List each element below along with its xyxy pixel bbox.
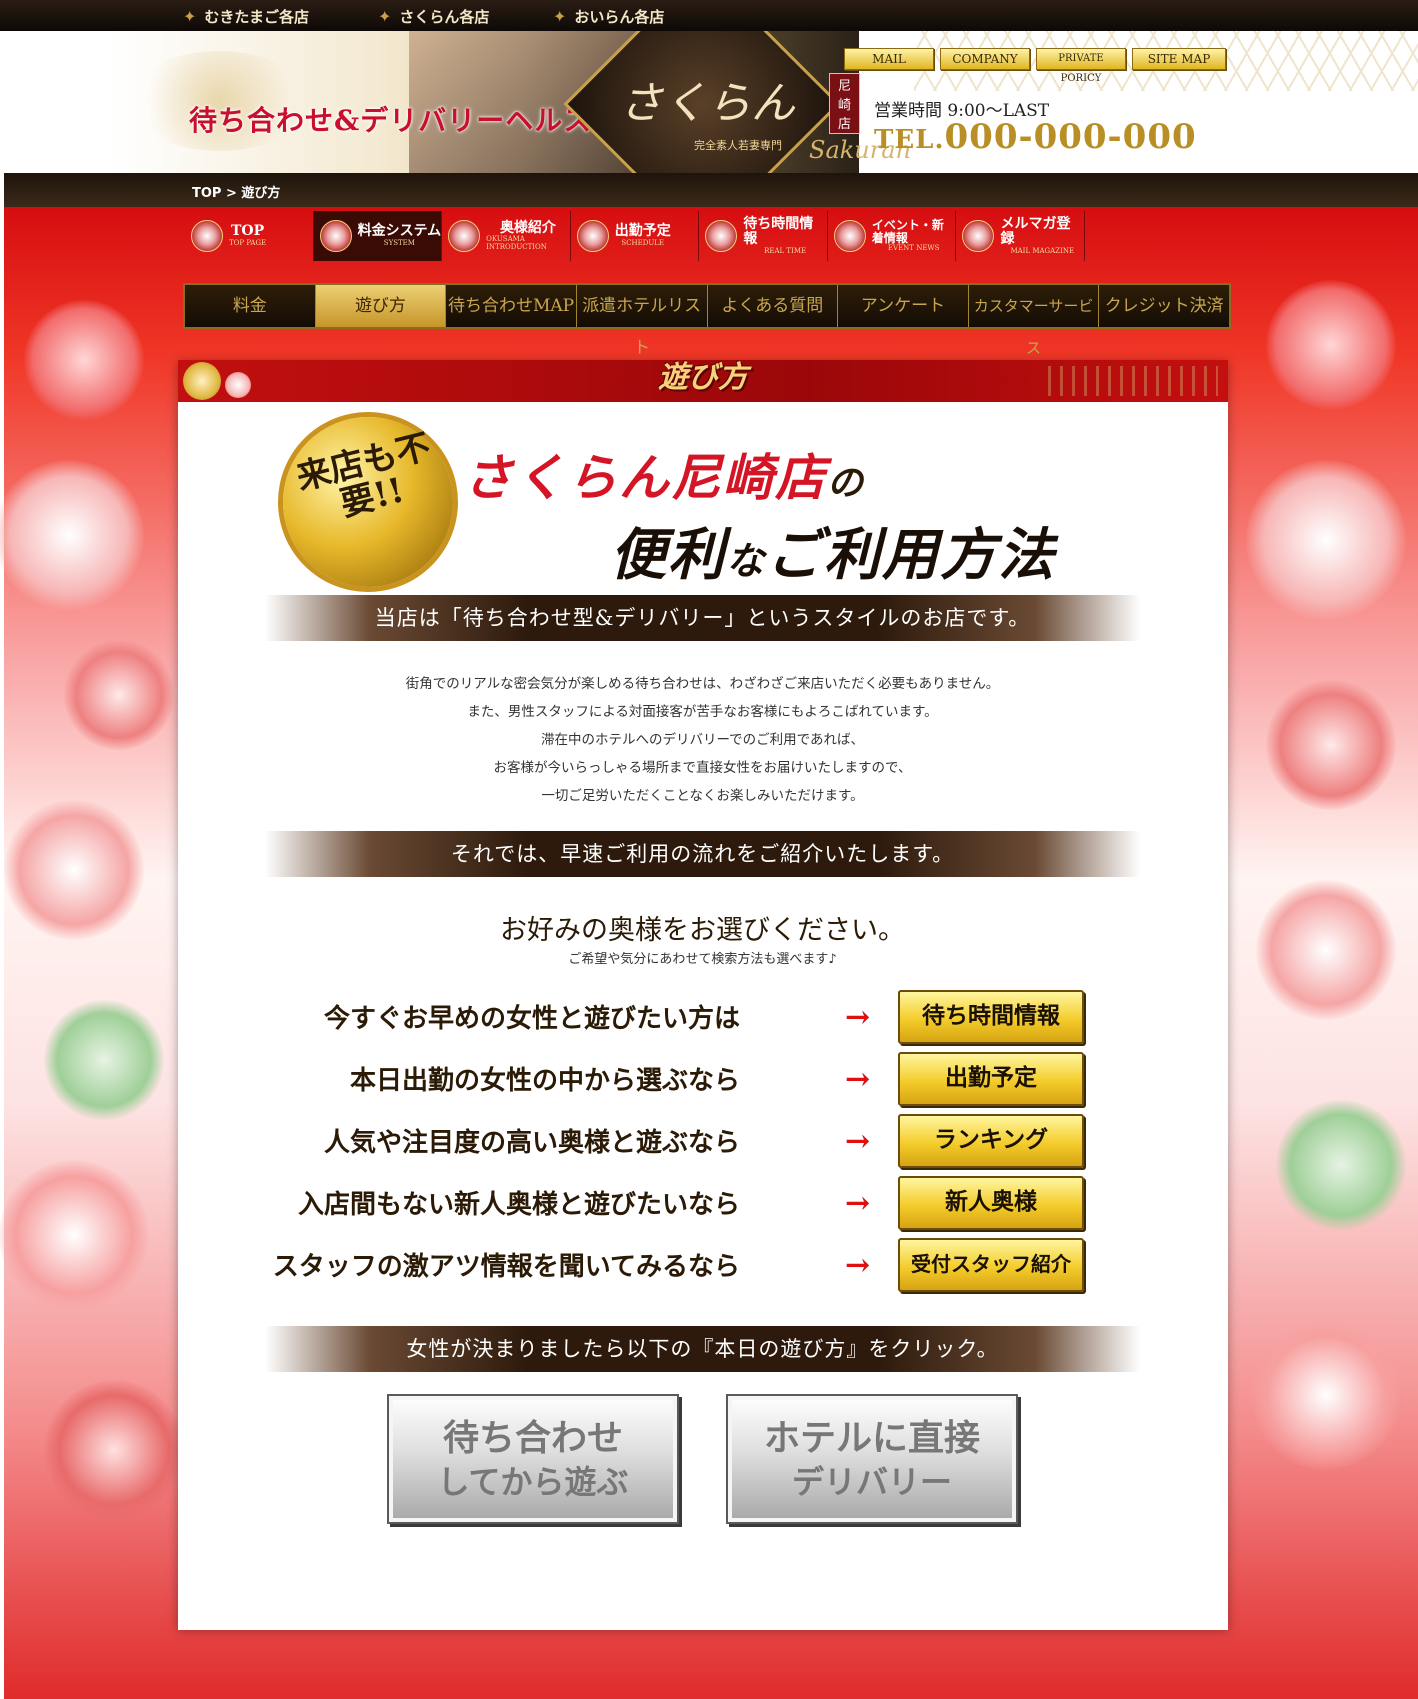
ranking-button[interactable]: ランキング [898,1114,1084,1168]
tab-faq[interactable]: よくある質問 [707,285,839,327]
flower-icon [833,220,866,252]
phone-number[interactable]: TEL.000-000-000 [874,117,1197,157]
site-link-oiran[interactable]: ✦ おいらん各店 [553,6,664,27]
tab-credit-payment[interactable]: クレジット決済 [1099,285,1229,327]
nav-system[interactable]: 料金システム SYSTEM [313,211,443,261]
wave-pattern [1048,366,1218,396]
meet-up-button[interactable]: 待ち合わせ してから遊ぶ [387,1394,679,1524]
band-style: 当店は「待ち合わせ型&デリバリー」というスタイルのお店です。 [265,595,1140,641]
right-floral-border [1246,260,1416,1699]
hotel-delivery-button[interactable]: ホテルに直接 デリバリー [726,1394,1018,1524]
option-row: スタッフの激アツ情報を聞いてみるなら → 受付スタッフ紹介 [265,1238,1140,1292]
plum-flower-icon [183,362,221,400]
flower-icon [705,220,738,252]
arrow-right-icon: → [845,1124,871,1159]
staff-intro-button[interactable]: 受付スタッフ紹介 [898,1238,1084,1292]
flower-icon [191,220,223,252]
hero-catchphrase: 待ち合わせ&デリバリーヘルス [189,104,593,137]
site-map-button[interactable]: SITE MAP [1132,48,1226,70]
breadcrumb-bar: TOP > 遊び方 [4,173,1418,207]
logo-subtitle: 完全素人若妻専門 [694,139,782,152]
hero-banner[interactable]: 待ち合わせ&デリバリーヘルス さくらん 尼崎店 完全素人若妻専門 Sakuran [109,31,911,173]
flower-icon [319,220,352,252]
company-button[interactable]: COMPANY [940,48,1030,70]
arrow-right-icon: → [845,1062,871,1097]
option-row: 入店間もない新人奥様と遊びたいなら → 新人奥様 [265,1176,1140,1230]
arrow-right-icon: → [845,1000,871,1035]
newcomer-button[interactable]: 新人奥様 [898,1176,1084,1230]
band-click: 女性が決まりましたら以下の『本日の遊び方』をクリック。 [265,1326,1140,1372]
arrow-right-icon: → [845,1248,871,1283]
nav-mail-magazine[interactable]: メルマガ登録 MAIL MAGAZINE [956,211,1086,261]
flower-icon [448,220,481,252]
site-link-sakuran[interactable]: ✦ さくらん各店 [378,6,489,27]
nav-schedule[interactable]: 出勤予定 SCHEDULE [571,211,700,261]
schedule-button[interactable]: 出勤予定 [898,1052,1084,1106]
section-title: 遊び方 [658,360,748,395]
gold-seal: 来店も不要!! [283,417,453,587]
tab-customer-service[interactable]: カスタマーサービス [968,285,1100,357]
choose-subheading: ご希望や気分にあわせて検索方法も選べます♪ [568,952,837,967]
header-nav: MAIL COMPANY PRIVATE PORICY SITE MAP [844,48,1226,84]
nav-top[interactable]: TOP TOP PAGE [185,211,314,261]
main-nav: TOP TOP PAGE 料金システム SYSTEM 奥様紹介 OKUSAMA INT… [185,211,1086,261]
privacy-policy-button[interactable]: PRIVATE PORICY [1036,48,1126,84]
choose-heading: お好みの奥様をお選びください。 [500,915,905,946]
nav-realtime[interactable]: 待ち時間情報 REAL TIME [699,211,828,261]
sub-nav: 料金 遊び方 待ち合わせMAP 派遣ホテルリスト よくある質問 アンケート カス… [183,283,1231,358]
mail-button[interactable]: MAIL [844,48,934,70]
butterfly-icon: ✦ [378,7,392,26]
option-row: 今すぐお早めの女性と遊びたい方は → 待ち時間情報 [265,990,1140,1044]
option-row: 人気や注目度の高い奥様と遊ぶなら → ランキング [265,1114,1140,1168]
section-ribbon: 遊び方 [178,360,1228,402]
nav-okusama[interactable]: 奥様紹介 OKUSAMA INTRODUCTION [442,211,571,261]
tab-how-to-play[interactable]: 遊び方 [315,285,447,327]
top-site-bar: ✦ むきたまご各店 ✦ さくらん各店 ✦ おいらん各店 [0,0,1418,31]
headline-line2: 便利なご利用方法 [610,522,1057,588]
realtime-button[interactable]: 待ち時間情報 [898,990,1084,1044]
butterfly-icon: ✦ [183,7,197,26]
tab-hotel-list[interactable]: 派遣ホテルリスト [576,285,708,358]
plum-flower-icon [225,372,251,398]
option-row: 本日出勤の女性の中から選ぶなら → 出勤予定 [265,1052,1140,1106]
tab-survey[interactable]: アンケート [838,285,969,327]
flower-icon [576,220,609,252]
header: 待ち合わせ&デリバリーヘルス さくらん 尼崎店 完全素人若妻専門 Sakuran… [4,31,1418,173]
site-link-mukitamago[interactable]: ✦ むきたまご各店 [183,6,309,27]
tab-meeting-map[interactable]: 待ち合わせMAP [446,285,577,327]
logo-branch: 尼崎店 [829,73,861,134]
headline-line1: さくらん尼崎店の [463,448,866,507]
logo-brand: さくらん [619,78,795,129]
left-floral-border [0,260,184,1699]
arrow-right-icon: → [845,1186,871,1221]
breadcrumb: TOP > 遊び方 [192,186,281,201]
description: 街角でのリアルな密会気分が楽しめる待ち合わせは、わざわざご来店いただく必要もあり… [405,676,1000,804]
band-flow: それでは、早速ご利用の流れをご紹介いたします。 [265,831,1140,877]
butterfly-icon: ✦ [553,7,567,26]
nav-event[interactable]: イベント・新着情報 EVENT NEWS [828,211,957,261]
tab-price[interactable]: 料金 [185,285,316,327]
flower-icon [962,220,995,252]
